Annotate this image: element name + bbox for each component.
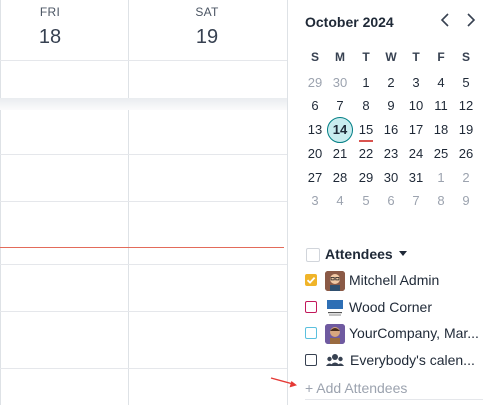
calendar-day[interactable]: 15 bbox=[353, 119, 379, 141]
hour-line bbox=[0, 154, 287, 155]
calendar-day[interactable]: 26 bbox=[453, 143, 479, 165]
attendee-label: YourCompany, Mar... bbox=[349, 325, 479, 341]
day-number: 18 bbox=[38, 26, 62, 48]
calendar-day[interactable]: 6 bbox=[302, 95, 328, 117]
person-avatar-icon bbox=[325, 324, 345, 344]
hour-line bbox=[0, 264, 287, 265]
weekday-label: F bbox=[437, 50, 445, 64]
calendar-day[interactable]: 8 bbox=[428, 190, 454, 212]
weekday-label: W bbox=[385, 50, 397, 64]
calendar-day[interactable]: 8 bbox=[353, 95, 379, 117]
day-name: SAT bbox=[195, 5, 219, 19]
add-attendees-underline bbox=[305, 399, 483, 400]
attendee-label: Everybody's calen... bbox=[350, 352, 475, 368]
calendar-day[interactable]: 30 bbox=[378, 167, 404, 189]
company-logo-icon bbox=[325, 298, 345, 318]
calendar-day[interactable]: 22 bbox=[353, 143, 379, 165]
person-avatar-icon bbox=[325, 271, 345, 291]
calendar-day[interactable]: 2 bbox=[453, 167, 479, 189]
attendees-select-all-checkbox[interactable] bbox=[306, 248, 320, 262]
calendar-day[interactable]: 21 bbox=[327, 143, 353, 165]
calendar-day[interactable]: 23 bbox=[378, 143, 404, 165]
calendar-day[interactable]: 6 bbox=[378, 190, 404, 212]
calendar-day[interactable]: 10 bbox=[403, 95, 429, 117]
users-group-icon bbox=[325, 351, 345, 371]
attendees-header[interactable]: Attendees bbox=[325, 246, 393, 262]
today-indicator bbox=[359, 140, 373, 142]
day-number: 19 bbox=[195, 26, 219, 48]
calendar-day[interactable]: 12 bbox=[453, 95, 479, 117]
calendar-day[interactable]: 3 bbox=[302, 190, 328, 212]
calendar-day[interactable]: 3 bbox=[403, 72, 429, 94]
calendar-day[interactable]: 19 bbox=[453, 119, 479, 141]
allday-section-shadow bbox=[0, 98, 287, 110]
calendar-day[interactable]: 1 bbox=[353, 72, 379, 94]
attendee-checkbox[interactable] bbox=[305, 327, 317, 339]
calendar-day[interactable]: 29 bbox=[302, 72, 328, 94]
weekday-label: S bbox=[310, 50, 319, 64]
calendar-day[interactable]: 29 bbox=[353, 167, 379, 189]
weekday-label: S bbox=[461, 50, 470, 64]
calendar-day[interactable]: 30 bbox=[327, 72, 353, 94]
calendar-day[interactable]: 24 bbox=[403, 143, 429, 165]
calendar-day[interactable]: 9 bbox=[453, 190, 479, 212]
calendar-day[interactable]: 4 bbox=[327, 190, 353, 212]
calendar-day-selected[interactable]: 14 bbox=[327, 117, 353, 143]
calendar-day[interactable]: 2 bbox=[378, 72, 404, 94]
weekday-label: T bbox=[362, 50, 370, 64]
calendar-day[interactable]: 5 bbox=[453, 72, 479, 94]
calendar-day[interactable]: 9 bbox=[378, 95, 404, 117]
calendar-day[interactable]: 1 bbox=[428, 167, 454, 189]
calendar-day[interactable]: 17 bbox=[403, 119, 429, 141]
attendee-label: Wood Corner bbox=[349, 299, 433, 315]
weekday-label: M bbox=[335, 50, 345, 64]
caret-down-icon[interactable] bbox=[399, 251, 407, 256]
calendar-day[interactable]: 5 bbox=[353, 190, 379, 212]
calendar-sidebar: October 2024 SMTWTFS 29 30 1 2 3 4 5 6 7 8 9 10 11 12… bbox=[287, 0, 495, 405]
add-attendees-input[interactable]: + Add Attendees bbox=[305, 380, 407, 396]
calendar-day[interactable]: 18 bbox=[428, 119, 454, 141]
chevron-left-icon[interactable] bbox=[436, 10, 456, 34]
calendar-day[interactable]: 31 bbox=[403, 167, 429, 189]
hour-line bbox=[0, 368, 287, 369]
attendee-checkbox[interactable] bbox=[305, 274, 317, 286]
calendar-day[interactable]: 27 bbox=[302, 167, 328, 189]
calendar-day[interactable]: 13 bbox=[302, 119, 328, 141]
allday-divider bbox=[0, 60, 287, 61]
calendar-day[interactable]: 16 bbox=[378, 119, 404, 141]
attendee-row[interactable]: Wood Corner bbox=[304, 297, 492, 319]
calendar-day[interactable]: 7 bbox=[327, 95, 353, 117]
calendar-day[interactable]: 11 bbox=[428, 95, 454, 117]
chevron-right-icon[interactable] bbox=[460, 10, 480, 34]
calendar-day[interactable]: 28 bbox=[327, 167, 353, 189]
annotation-arrow-icon bbox=[270, 377, 297, 388]
calendar-day[interactable]: 25 bbox=[428, 143, 454, 165]
day-name: FRI bbox=[39, 5, 61, 19]
hour-line bbox=[0, 201, 287, 202]
attendee-label: Mitchell Admin bbox=[349, 272, 440, 288]
weekday-label: T bbox=[412, 50, 420, 64]
attendee-row[interactable]: Mitchell Admin bbox=[304, 270, 492, 292]
calendar-day[interactable]: 4 bbox=[428, 72, 454, 94]
attendee-row[interactable]: Everybody's calen... bbox=[304, 350, 492, 372]
week-grid: FRI 18 SAT 19 bbox=[0, 0, 287, 405]
attendee-row[interactable]: YourCompany, Mar... bbox=[304, 323, 492, 345]
current-time-line bbox=[0, 247, 284, 248]
calendar-day[interactable]: 20 bbox=[302, 143, 328, 165]
attendee-checkbox[interactable] bbox=[305, 354, 317, 366]
month-title: October 2024 bbox=[305, 14, 394, 30]
calendar-day[interactable]: 7 bbox=[403, 190, 429, 212]
attendee-checkbox[interactable] bbox=[305, 301, 317, 313]
hour-line bbox=[0, 311, 287, 312]
